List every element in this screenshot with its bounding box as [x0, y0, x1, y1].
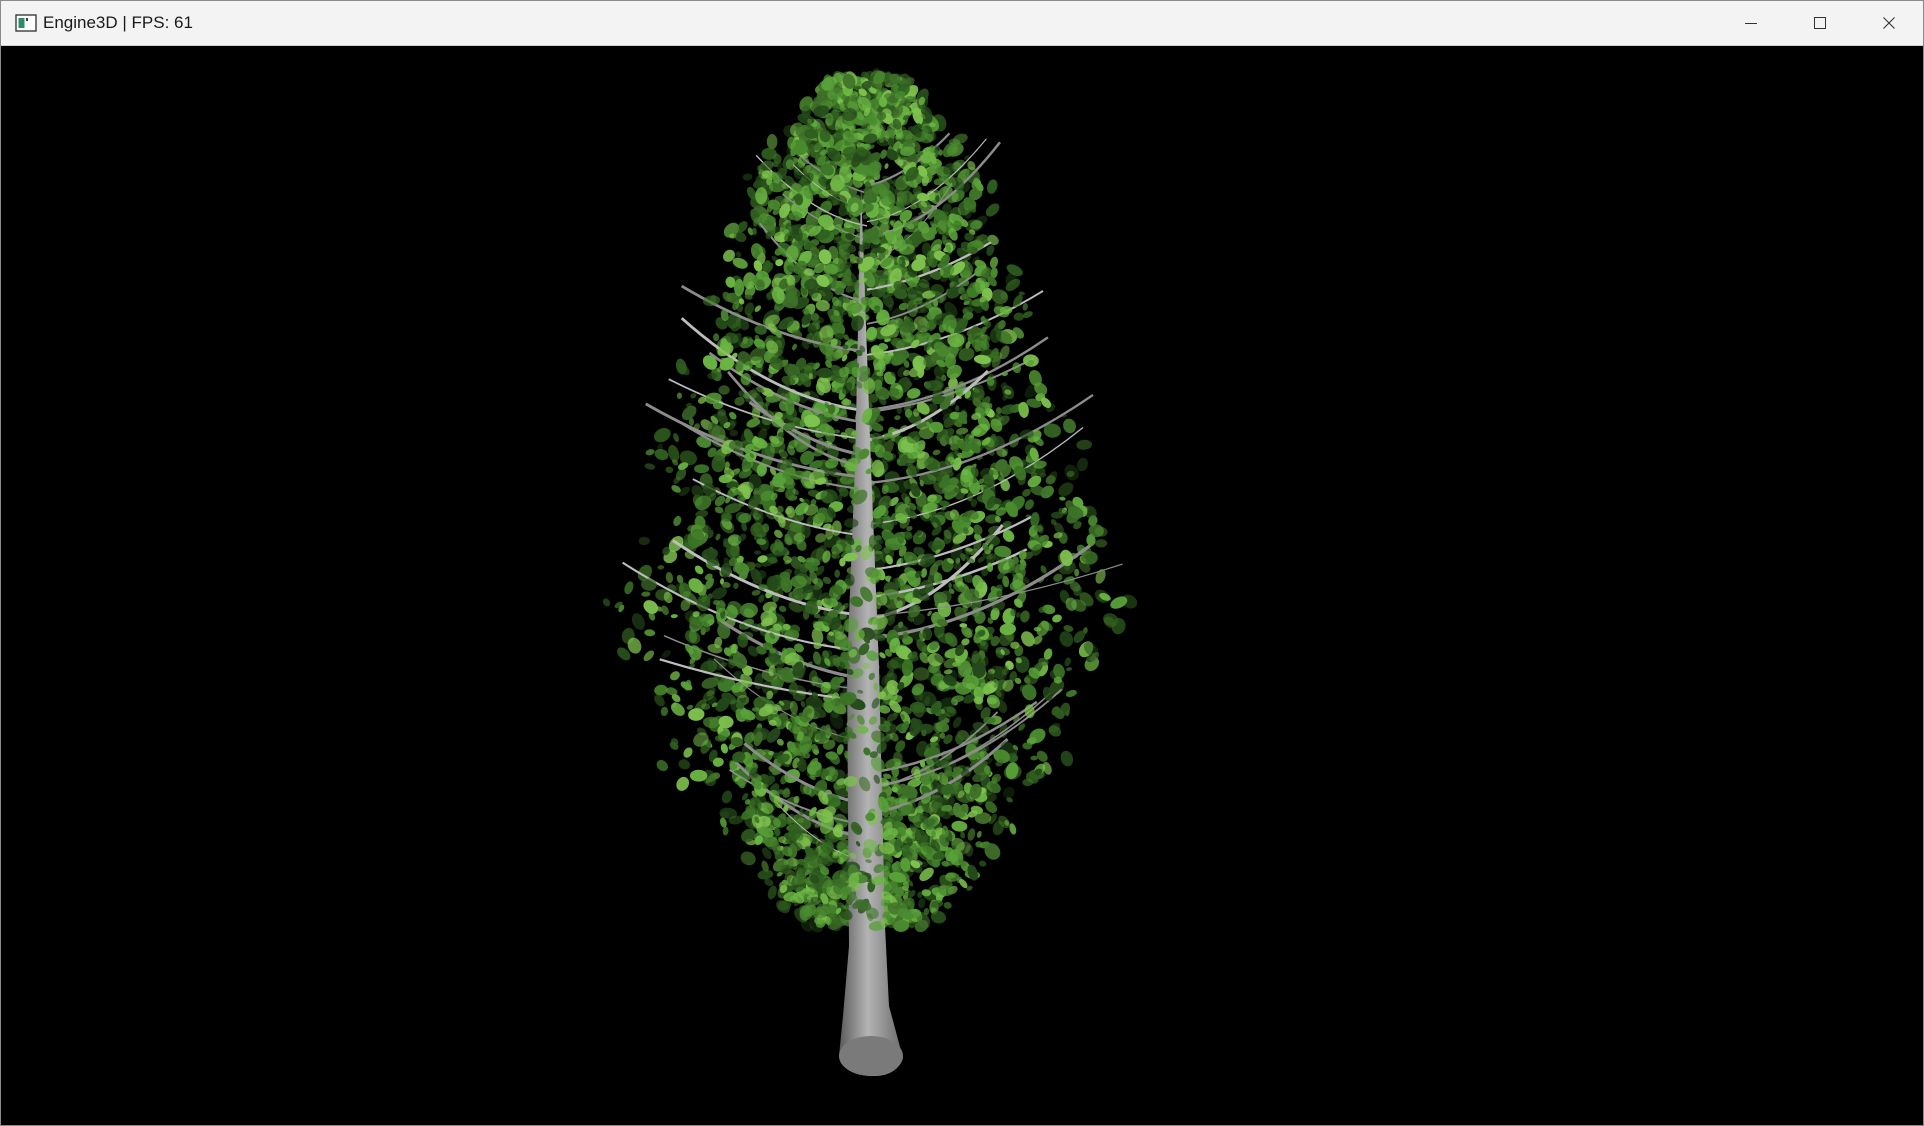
maximize-icon [1813, 17, 1826, 29]
leaf [693, 464, 710, 474]
close-button[interactable] [1854, 1, 1923, 45]
leaf [844, 518, 859, 528]
title-bar[interactable]: Engine3D | FPS: 61 [1, 1, 1923, 46]
window-title: Engine3D | FPS: 61 [43, 13, 193, 32]
minimize-button[interactable] [1716, 1, 1785, 45]
tree-trunk-base [839, 1036, 903, 1076]
leaf [766, 133, 778, 150]
window-controls [1716, 1, 1923, 45]
leaf [948, 582, 952, 589]
close-icon [1882, 17, 1895, 29]
leaf [676, 392, 682, 399]
leaf [789, 823, 802, 840]
minimize-icon [1744, 23, 1757, 24]
leaf [834, 333, 845, 340]
app-window: Engine3D | FPS: 61 [0, 0, 1924, 1126]
app-window-icon [15, 14, 37, 32]
leaf [873, 682, 879, 691]
leaf [954, 573, 963, 587]
rendered-scene [1, 46, 1923, 1125]
maximize-button[interactable] [1785, 1, 1854, 45]
leaf [689, 769, 708, 782]
render-viewport[interactable] [1, 46, 1923, 1125]
